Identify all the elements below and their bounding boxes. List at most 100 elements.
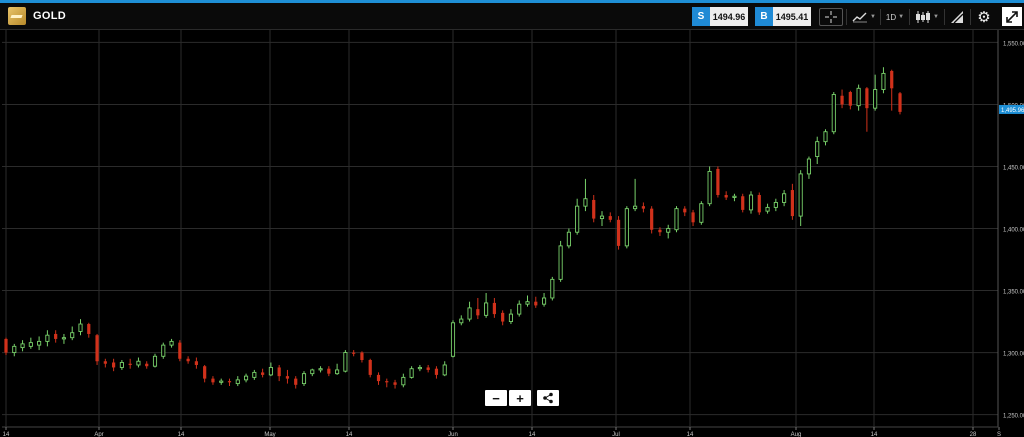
- drawing-tools-button[interactable]: [948, 9, 966, 25]
- candle: [542, 293, 547, 307]
- candle-body: [476, 309, 480, 316]
- instrument-title: GOLD: [33, 10, 66, 22]
- candle-body: [426, 367, 430, 370]
- candle-body: [699, 203, 704, 223]
- candle-body: [203, 366, 207, 379]
- candle-body: [724, 195, 728, 198]
- candle-body: [161, 344, 166, 357]
- buy-tag: B: [755, 7, 773, 26]
- candle: [285, 369, 290, 384]
- candle-body: [301, 373, 307, 385]
- candle-body: [765, 206, 770, 212]
- candle: [467, 301, 472, 322]
- candle-body: [848, 92, 852, 106]
- candle: [227, 378, 232, 387]
- candle: [765, 203, 770, 214]
- share-button[interactable]: [537, 390, 559, 406]
- candle: [865, 87, 869, 132]
- toolbar-divider: [970, 9, 971, 25]
- candle: [376, 372, 381, 385]
- candle: [741, 193, 745, 213]
- candle-body: [450, 322, 456, 357]
- settings-button[interactable]: ⚙: [975, 9, 993, 26]
- sell-quote-button[interactable]: S 1494.96: [692, 7, 748, 26]
- candlestick-icon: [916, 11, 931, 23]
- candle-body: [442, 364, 447, 376]
- candle: [352, 350, 356, 357]
- candle-body: [335, 369, 340, 375]
- toolbar-divider: [880, 9, 881, 25]
- timeframe-select[interactable]: 1D ▼: [884, 9, 906, 25]
- zoom-in-button[interactable]: +: [509, 390, 531, 406]
- candle-body: [501, 312, 505, 322]
- date-axis: 14 Apr 14 May 14 Jun 14 Jul 14 Aug 14 28 S: [3, 427, 1001, 437]
- candle: [881, 67, 886, 94]
- chart-toolbar: GOLD S 1494.96 B 1495.41 ▼ 1D ▼ ▼ ⚙: [0, 3, 1024, 30]
- buy-quote-button[interactable]: B 1495.41: [755, 7, 811, 26]
- candle: [650, 206, 654, 234]
- candle: [145, 361, 149, 369]
- chevron-down-icon: ▼: [870, 14, 876, 20]
- candle-body: [575, 205, 580, 233]
- candle: [95, 333, 99, 365]
- candle-body: [417, 367, 422, 370]
- candle: [716, 166, 720, 198]
- candle-body: [666, 228, 671, 233]
- price-chart[interactable]: 1,250.00 1,300.00 1,350.00 1,400.00 1,450.00…: [0, 30, 1024, 437]
- candle-body: [840, 95, 844, 105]
- chart-type-icon: [852, 12, 868, 23]
- candle-body: [343, 352, 348, 372]
- candle-body: [401, 376, 406, 386]
- candle-body: [691, 212, 695, 223]
- candle-body: [732, 195, 737, 198]
- candle: [112, 358, 116, 372]
- candle-body: [103, 361, 107, 364]
- candle-body: [707, 170, 712, 205]
- y-tick-label: 1,400.00: [1003, 228, 1024, 234]
- candle: [616, 216, 621, 250]
- candle-body: [831, 94, 836, 133]
- candle: [699, 201, 704, 225]
- candle: [37, 336, 42, 351]
- x-tick-label: 14: [529, 432, 536, 437]
- candle: [152, 353, 158, 368]
- candle-style-button[interactable]: ▼: [913, 9, 941, 25]
- y-tick-label: 1,250.00: [1003, 414, 1024, 420]
- indicators-button[interactable]: ▼: [850, 9, 878, 25]
- candle-body: [806, 158, 811, 175]
- candle: [128, 358, 132, 369]
- candle-body: [87, 324, 91, 334]
- candle: [368, 358, 372, 378]
- candle-body: [37, 340, 42, 346]
- crosshair-icon: [825, 11, 837, 23]
- candle: [724, 191, 728, 200]
- candle: [87, 322, 91, 338]
- candle: [674, 206, 679, 233]
- candle: [691, 209, 695, 227]
- x-tick-label: S: [997, 432, 1001, 437]
- candle-body: [658, 229, 662, 233]
- candle: [558, 240, 563, 282]
- candle-body: [169, 340, 174, 346]
- candle: [683, 206, 687, 217]
- candle: [442, 361, 447, 377]
- candle-body: [542, 297, 547, 305]
- crosshair-button[interactable]: [819, 8, 843, 26]
- share-icon: [543, 392, 553, 404]
- candle: [782, 190, 787, 207]
- candle-body: [28, 342, 33, 347]
- zoom-out-button[interactable]: −: [485, 390, 507, 406]
- candle: [119, 360, 124, 370]
- candle: [599, 211, 605, 227]
- candle: [244, 373, 249, 383]
- candle: [277, 364, 281, 382]
- candle: [583, 178, 588, 212]
- expand-button[interactable]: [1002, 7, 1022, 26]
- y-tick-label: 1,300.00: [1003, 352, 1024, 358]
- candle: [45, 330, 50, 347]
- chart-grid: [2, 30, 999, 428]
- candle: [534, 296, 538, 308]
- plus-icon: +: [516, 390, 524, 406]
- candle: [393, 379, 397, 389]
- candle: [169, 338, 174, 348]
